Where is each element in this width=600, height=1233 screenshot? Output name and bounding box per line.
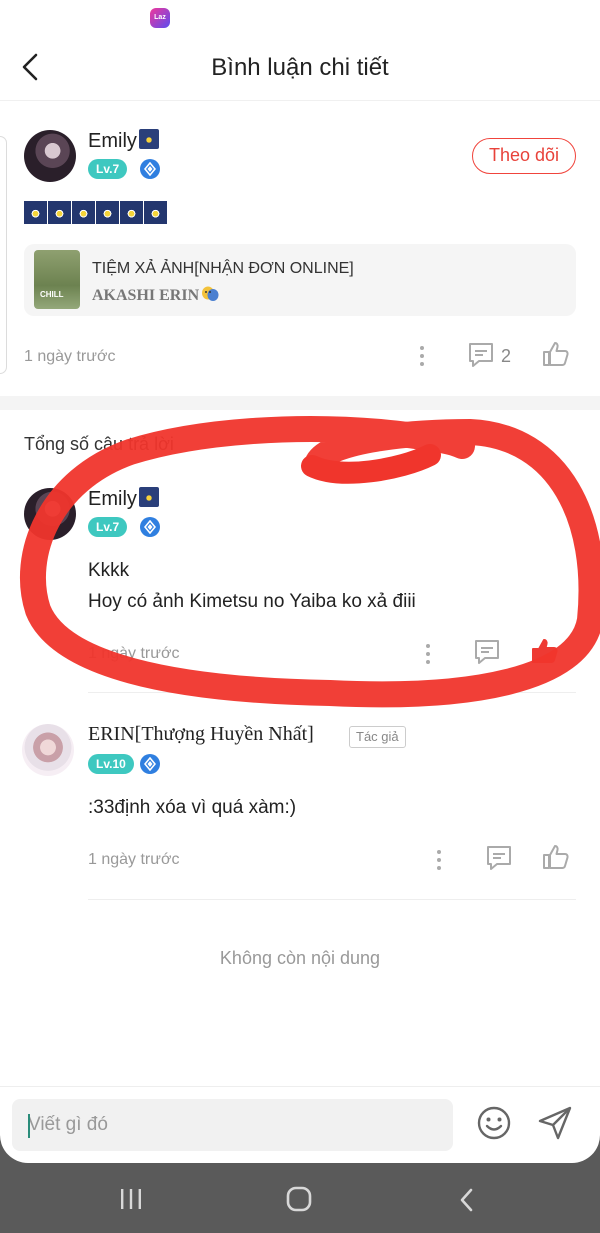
more-options-button[interactable]	[427, 846, 451, 879]
sparkle-emoji-icon	[48, 201, 71, 224]
lazada-app-icon: Laz	[150, 8, 170, 28]
sparkle-emoji-icon	[138, 487, 159, 507]
like-button[interactable]	[541, 339, 571, 374]
reply-text: :33định xóa vì quá xàm:)	[88, 797, 297, 818]
level-badge: Lv.10	[88, 754, 134, 774]
more-options-button[interactable]	[410, 342, 434, 375]
home-icon[interactable]	[285, 1185, 313, 1213]
shared-post-author: AKASHI ERIN	[92, 286, 219, 305]
thumbs-up-filled-icon	[532, 639, 558, 663]
user-name-text: Emily	[88, 488, 137, 510]
end-of-content-message: Không còn nội dung	[219, 948, 381, 968]
comment-icon	[475, 640, 499, 664]
section-separator	[0, 396, 600, 410]
user-name[interactable]: ERIN[Thượng Huyền Nhất]	[88, 723, 314, 746]
comment-input[interactable]	[12, 1099, 453, 1151]
diamond-badge-icon	[140, 517, 160, 537]
avatar[interactable]	[24, 488, 76, 540]
like-button[interactable]	[541, 842, 571, 877]
row-divider	[88, 692, 576, 693]
row-divider	[88, 899, 576, 900]
send-icon	[538, 1106, 572, 1140]
replies-total-label: Tổng số câu trả lời	[24, 434, 174, 454]
thumbs-up-icon	[543, 342, 569, 366]
diamond-badge-icon	[140, 754, 160, 774]
level-badge: Lv.7	[88, 517, 128, 537]
comment-icon	[469, 343, 493, 367]
reply-text-line: Hoy có ảnh Kimetsu no Yaiba ko xả điii	[88, 591, 416, 612]
theater-masks-icon	[202, 286, 219, 301]
thumbs-up-icon	[543, 845, 569, 869]
more-vertical-icon	[426, 644, 430, 664]
previous-panel-edge	[0, 136, 7, 374]
sparkle-emoji-icon	[138, 129, 159, 149]
sparkle-emoji-row	[24, 201, 167, 224]
shared-post-card[interactable]: CHILL TIỆM XẢ ẢNH[NHẬN ĐƠN ONLINE] AKASH…	[24, 244, 576, 316]
user-name-text: Emily	[88, 130, 137, 152]
more-vertical-icon	[437, 850, 441, 870]
shared-post-author-name: AKASHI ERIN	[92, 287, 200, 304]
send-button[interactable]	[536, 1104, 574, 1147]
sparkle-emoji-icon	[24, 201, 47, 224]
reply-button[interactable]	[472, 637, 502, 672]
smiley-icon	[477, 1106, 511, 1140]
reply-count: 2	[501, 346, 512, 366]
back-nav-icon[interactable]	[456, 1187, 478, 1213]
more-vertical-icon	[420, 346, 424, 366]
comment-icon	[487, 846, 511, 870]
recent-apps-icon[interactable]	[118, 1187, 144, 1211]
sparkle-emoji-icon	[120, 201, 143, 224]
reply-button[interactable]	[466, 340, 496, 375]
diamond-badge-icon	[140, 159, 160, 179]
sparkle-emoji-icon	[72, 201, 95, 224]
emoji-button[interactable]	[476, 1105, 512, 1146]
reply-button[interactable]	[484, 843, 514, 878]
thumbnail-text: CHILL	[40, 290, 64, 299]
author-tag: Tác giả	[349, 726, 406, 748]
avatar[interactable]	[22, 724, 74, 776]
text-cursor	[28, 1114, 30, 1138]
level-badge: Lv.7	[88, 159, 128, 179]
comment-input-bar	[0, 1086, 600, 1163]
status-bar: Laz	[0, 0, 600, 34]
system-navigation-bar	[0, 1163, 600, 1233]
user-name[interactable]: Emily	[88, 487, 159, 511]
avatar[interactable]	[24, 130, 76, 182]
like-button-active[interactable]	[530, 636, 560, 671]
sparkle-emoji-icon	[144, 201, 167, 224]
main-comment: Emily Lv.7 Theo dõi CHILL TIỆM XẢ ẢNH[NH…	[0, 100, 600, 396]
comment-timestamp: 1 ngày trước	[24, 348, 116, 365]
post-thumbnail: CHILL	[34, 250, 80, 309]
shared-post-title: TIỆM XẢ ẢNH[NHẬN ĐƠN ONLINE]	[92, 260, 354, 277]
more-options-button[interactable]	[416, 640, 440, 673]
reply-text-line: Kkkk	[88, 560, 130, 581]
reply-timestamp: 1 ngày trước	[88, 645, 180, 662]
page-title: Bình luận chi tiết	[211, 54, 389, 81]
follow-button[interactable]: Theo dõi	[472, 138, 576, 174]
sparkle-emoji-icon	[96, 201, 119, 224]
screen: Laz Bình luận chi tiết Emily Lv.7 Theo d…	[0, 0, 600, 1163]
header: Bình luận chi tiết	[0, 34, 600, 101]
user-name[interactable]: Emily	[88, 129, 159, 153]
reply-timestamp: 1 ngày trước	[88, 851, 180, 868]
